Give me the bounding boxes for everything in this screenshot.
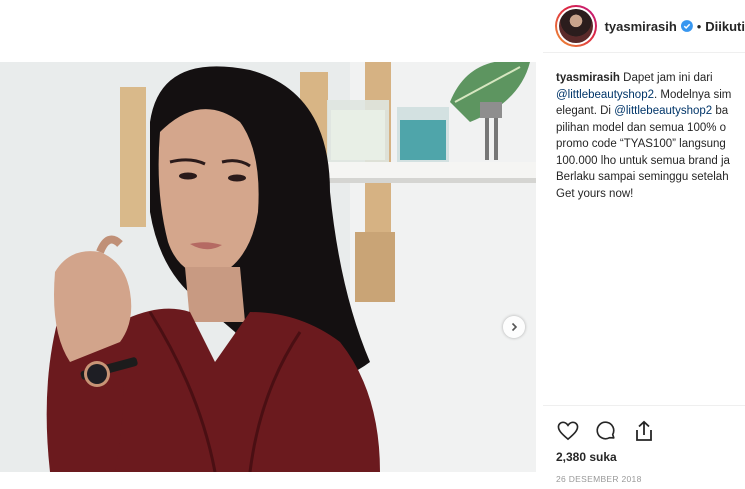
section-divider [543,405,745,406]
header-username[interactable]: tyasmirasih [605,19,677,34]
caption-line: 100.000 lho untuk semua brand ja [556,154,730,167]
caption-line: elegant. Di @littlebeautyshop2 ba [556,103,745,120]
caption-line: Berlaku sampai seminggu setelah [556,171,729,183]
caption-text: ba [712,105,729,117]
post-date: 26 DESEMBER 2018 [556,474,642,484]
caption-line: pilihan model dan semua 100% o [556,121,727,134]
mention-link[interactable]: @littlebeautyshop2 [556,89,654,101]
chevron-right-icon [511,322,518,332]
photo-illustration [0,62,536,472]
post-actions [556,418,656,444]
heart-icon [557,421,579,441]
caption-line: Get yours now! [556,187,634,200]
header-separator: • [696,18,702,34]
caption-text: . Modelnya sim [654,88,732,101]
post-caption: tyasmirasih Dapet jam ini dari @littlebe… [556,70,745,202]
avatar[interactable] [555,5,597,47]
caption-line: @littlebeautyshop2. Modelnya sim [556,87,745,104]
caption-username[interactable]: tyasmirasih [556,72,620,84]
like-button[interactable] [556,419,580,443]
caption-text: Dapet jam ini dari [619,72,713,84]
post-header: tyasmirasih • Diikuti [543,0,745,53]
caption-line: tyasmirasih Dapet jam ini dari [556,70,745,87]
upload-button[interactable] [632,419,656,443]
like-count[interactable]: 2,380 suka [556,450,617,464]
share-upload-icon [636,420,652,441]
caption-text: elegant. Di [556,105,615,117]
verified-badge-icon [680,20,693,32]
comment-icon [596,421,615,440]
post-photo [0,62,536,472]
post-view: tyasmirasih • Diikuti tyasmirasih Dapet … [0,0,745,489]
caption-line: promo code “TYAS100” langsung [556,138,726,150]
next-photo-button[interactable] [503,316,525,338]
mention-link[interactable]: @littlebeautyshop2 [614,105,712,117]
comment-button[interactable] [594,419,618,443]
follow-button[interactable]: Diikuti [705,19,745,34]
